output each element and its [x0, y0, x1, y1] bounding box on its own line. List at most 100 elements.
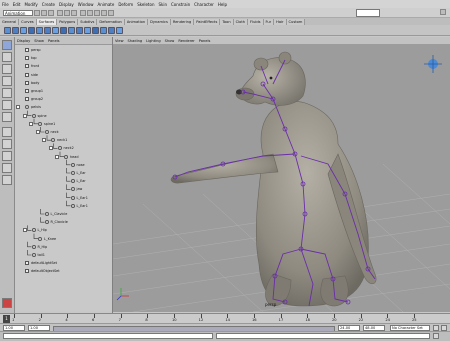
outliner-expand-toggle[interactable]: [35, 130, 40, 134]
nurbs-sphere-shelf-icon[interactable]: [52, 26, 59, 34]
outliner-item[interactable]: spine1: [38, 121, 55, 127]
menu-item-skeleton[interactable]: Skeleton: [135, 2, 156, 7]
outliner-item[interactable]: L_Ear: [70, 178, 86, 184]
graph-editor-layout-icon[interactable]: [2, 163, 12, 173]
paint-select-tool-icon[interactable]: [2, 64, 12, 74]
outliner-item[interactable]: spine: [31, 113, 47, 119]
outliner-item[interactable]: L_Ear1: [70, 195, 88, 201]
curve-shelf-icon[interactable]: [76, 26, 83, 34]
save-scene-icon[interactable]: [48, 9, 54, 16]
outliner-expand-toggle[interactable]: [16, 105, 20, 110]
menu-item-character[interactable]: Character: [192, 2, 216, 7]
select-hierarchy-icon[interactable]: [57, 9, 63, 16]
outliner-item[interactable]: L_Ear: [70, 170, 86, 176]
manipulator-tool-icon[interactable]: [2, 112, 12, 122]
perspective-viewport[interactable]: persp: [113, 44, 450, 312]
viewport-menu-renderer[interactable]: Renderer: [176, 39, 196, 43]
outliner-item[interactable]: jaw: [70, 186, 82, 192]
menu-item-animate[interactable]: Animate: [96, 2, 117, 7]
menu-item-display[interactable]: Display: [57, 2, 76, 7]
plane-shelf-icon[interactable]: [36, 26, 43, 34]
quick-select-field[interactable]: [356, 8, 380, 17]
select-object-icon[interactable]: [64, 9, 70, 16]
bear-model[interactable]: [170, 51, 377, 307]
current-frame-marker[interactable]: 1: [3, 315, 10, 323]
cylinder-shelf-icon[interactable]: [20, 26, 27, 34]
outliner-item[interactable]: side: [25, 72, 38, 78]
menu-item-skin[interactable]: Skin: [156, 2, 169, 7]
menu-item-constrain[interactable]: Constrain: [169, 2, 192, 7]
hypershade-layout-icon[interactable]: [2, 175, 12, 185]
rotate-tool-icon[interactable]: [2, 88, 12, 98]
outliner-item[interactable]: top: [25, 55, 37, 61]
ipr-render-icon[interactable]: [108, 9, 114, 16]
select-component-icon[interactable]: [71, 9, 77, 16]
lasso-tool-icon[interactable]: [2, 52, 12, 62]
outliner-menu-panels[interactable]: Panels: [46, 39, 62, 43]
snap-grid-icon[interactable]: [80, 9, 86, 16]
menu-item-help[interactable]: Help: [216, 2, 229, 7]
cone-shelf-icon[interactable]: [28, 26, 35, 34]
extrude-shelf-icon[interactable]: [92, 26, 99, 34]
last-tool-icon[interactable]: [2, 298, 12, 308]
menu-item-deform[interactable]: Deform: [116, 2, 135, 7]
outliner-item[interactable]: persp: [25, 47, 41, 53]
viewport-menu-lighting[interactable]: Lighting: [144, 39, 163, 43]
outliner-item[interactable]: L_Clavicle: [44, 211, 67, 217]
nurbs-cylinder-shelf-icon[interactable]: [68, 26, 75, 34]
mel-input[interactable]: [3, 333, 213, 339]
outliner-item[interactable]: tail1: [31, 252, 45, 258]
open-scene-icon[interactable]: [41, 9, 47, 16]
outliner-item[interactable]: defaultObjectSet: [25, 268, 60, 274]
outliner-item[interactable]: nose: [70, 162, 85, 168]
view-compass-icon[interactable]: [424, 55, 442, 73]
revolve-shelf-icon[interactable]: [108, 26, 115, 34]
outliner-item[interactable]: R_Clavicle: [44, 219, 68, 225]
viewport-menu-view[interactable]: View: [113, 39, 126, 43]
outliner-item[interactable]: neck: [44, 129, 59, 135]
cube-shelf-icon[interactable]: [12, 26, 19, 34]
select-tool-icon[interactable]: [2, 40, 12, 50]
outliner-expand-toggle[interactable]: [29, 121, 33, 126]
new-scene-icon[interactable]: [34, 9, 40, 16]
outliner-menu-display[interactable]: Display: [15, 39, 32, 43]
outliner-item[interactable]: L_Knee: [38, 236, 56, 242]
torus-shelf-icon[interactable]: [44, 26, 51, 34]
outliner-expand-toggle[interactable]: [22, 228, 27, 233]
mode-selector[interactable]: Animation: [3, 9, 33, 16]
outliner-expand-toggle[interactable]: [42, 138, 46, 143]
sphere-shelf-icon[interactable]: [4, 26, 11, 34]
outliner-item[interactable]: body: [25, 80, 39, 86]
outliner-item[interactable]: group2: [25, 96, 43, 102]
viewport-menu-shading[interactable]: Shading: [126, 39, 145, 43]
single-view-layout-icon[interactable]: [2, 127, 12, 137]
outliner-item[interactable]: neck1: [51, 137, 67, 143]
menu-item-edit[interactable]: Edit: [11, 2, 23, 7]
outliner-menu-show[interactable]: Show: [32, 39, 46, 43]
outliner-item[interactable]: L_Hip: [31, 227, 47, 233]
outliner-item[interactable]: defaultLightSet: [25, 260, 57, 266]
outliner-expand-toggle[interactable]: [22, 113, 27, 118]
loft-shelf-icon[interactable]: [100, 26, 107, 34]
outliner-item[interactable]: front: [25, 63, 39, 69]
move-tool-icon[interactable]: [2, 76, 12, 86]
outliner-item[interactable]: pelvis: [25, 104, 41, 110]
snap-point-icon[interactable]: [94, 9, 100, 16]
viewport-menu-show[interactable]: Show: [163, 39, 177, 43]
render-icon[interactable]: [101, 9, 107, 16]
outliner-expand-toggle[interactable]: [55, 154, 59, 159]
outliner-item[interactable]: group1: [25, 88, 43, 94]
script-editor-icon[interactable]: [433, 333, 439, 339]
nurbs-cube-shelf-icon[interactable]: [60, 26, 67, 34]
viewport-menu-panels[interactable]: Panels: [197, 39, 213, 43]
outliner-item[interactable]: head: [64, 154, 78, 160]
four-view-layout-icon[interactable]: [2, 139, 12, 149]
outliner-item[interactable]: neck2: [57, 145, 74, 151]
channel-box-icon[interactable]: [440, 9, 446, 15]
menu-item-create[interactable]: Create: [40, 2, 57, 7]
menu-item-file[interactable]: File: [0, 2, 11, 7]
outliner-expand-toggle[interactable]: [48, 146, 53, 151]
bevel-shelf-icon[interactable]: [116, 26, 123, 34]
persp-outliner-layout-icon[interactable]: [2, 151, 12, 161]
outliner-item[interactable]: L_Ear1: [70, 203, 88, 209]
